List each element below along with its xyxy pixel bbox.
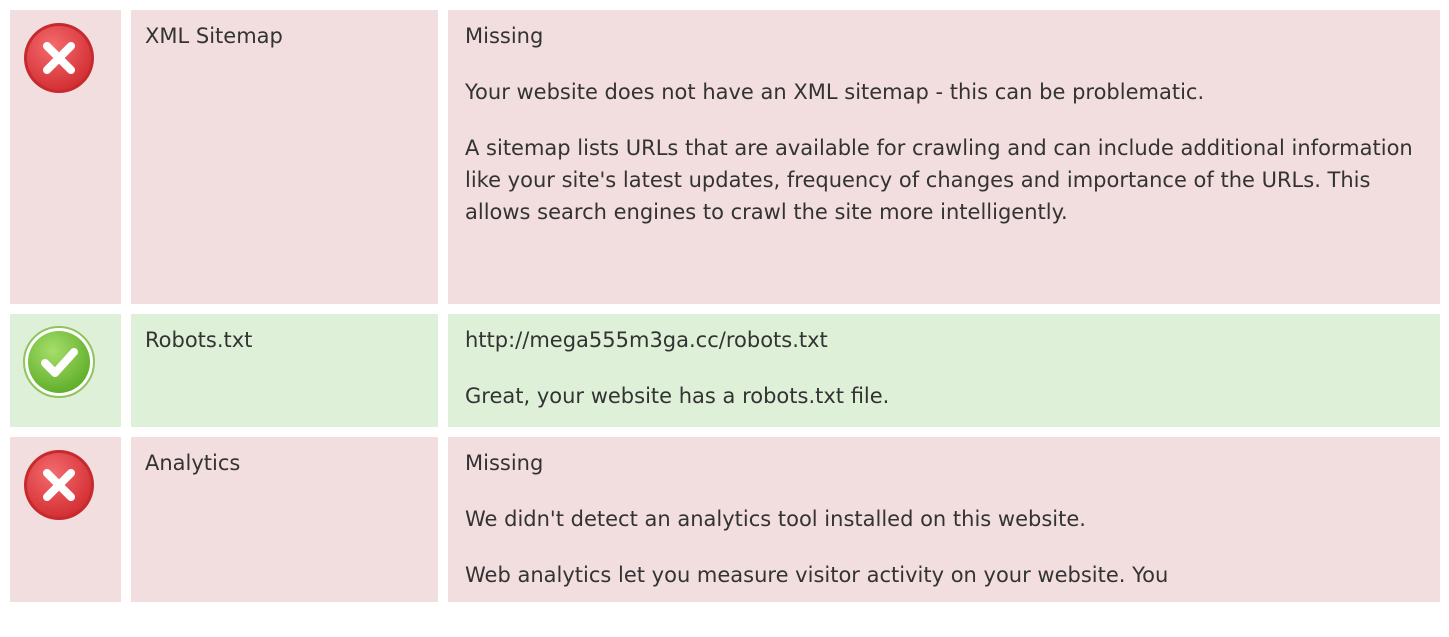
check-name-cell: XML Sitemap — [131, 10, 438, 304]
check-detail-cell: Missing Your website does not have an XM… — [448, 10, 1440, 304]
check-description: We didn't detect an analytics tool insta… — [465, 507, 1086, 531]
status-cell — [10, 437, 121, 602]
check-value: http://mega555m3ga.cc/robots.txt — [465, 328, 828, 352]
check-detail-cell: Missing We didn't detect an analytics to… — [448, 437, 1440, 602]
check-name-cell: Robots.txt — [131, 314, 438, 427]
check-description: Your website does not have an XML sitema… — [465, 80, 1205, 104]
seo-report-table: XML Sitemap Missing Your website does no… — [0, 0, 1449, 637]
error-x-icon — [24, 23, 94, 93]
report-row-robots-txt: Robots.txt http://mega555m3ga.cc/robots.… — [0, 314, 1449, 427]
check-name: XML Sitemap — [145, 24, 283, 48]
check-value: Missing — [465, 451, 544, 475]
report-row-xml-sitemap: XML Sitemap Missing Your website does no… — [0, 10, 1449, 304]
success-check-icon — [23, 326, 95, 398]
error-x-icon — [24, 450, 94, 520]
check-name: Analytics — [145, 451, 241, 475]
check-name-cell: Analytics — [131, 437, 438, 602]
status-cell — [10, 10, 121, 304]
check-description: Great, your website has a robots.txt fil… — [465, 384, 890, 408]
check-explanation: A sitemap lists URLs that are available … — [465, 136, 1413, 224]
check-detail-cell: http://mega555m3ga.cc/robots.txt Great, … — [448, 314, 1440, 427]
check-explanation: Web analytics let you measure visitor ac… — [465, 563, 1169, 587]
check-value: Missing — [465, 24, 544, 48]
check-name: Robots.txt — [145, 328, 253, 352]
report-row-analytics: Analytics Missing We didn't detect an an… — [0, 437, 1449, 602]
status-cell — [10, 314, 121, 427]
